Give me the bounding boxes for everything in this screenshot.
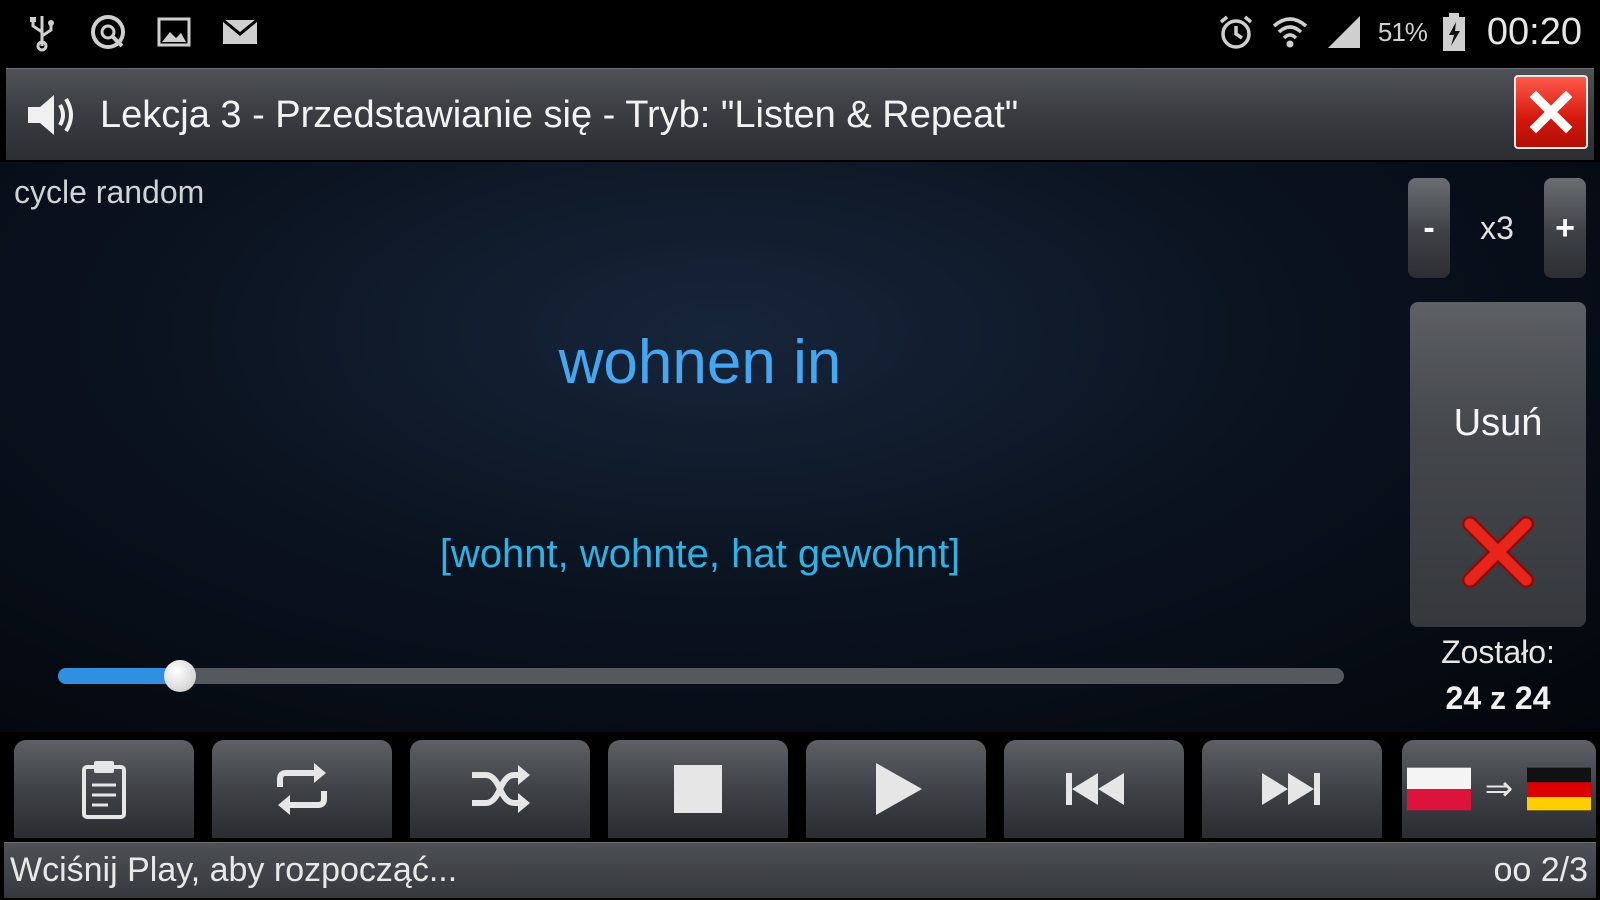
clock: 00:20: [1486, 10, 1582, 53]
slider-thumb[interactable]: [164, 660, 197, 692]
slider-fill: [58, 668, 181, 684]
german-flag: [1527, 767, 1592, 811]
delete-x-icon: [1462, 516, 1534, 588]
playback-mode-label: cycle random: [14, 174, 205, 210]
play-icon: [876, 763, 922, 815]
bottom-status-bar: Wciśnij Play, aby rozpocząć... oo 2/3: [4, 842, 1596, 898]
polish-flag: [1406, 767, 1471, 811]
delete-word-button[interactable]: Usuń: [1410, 302, 1586, 627]
previous-icon: [1066, 773, 1124, 805]
language-arrow: ⇒: [1484, 770, 1514, 808]
usb-icon: [22, 12, 62, 52]
clipboard-icon: [82, 761, 126, 819]
wifi-icon: [1270, 12, 1310, 52]
speaker-icon[interactable]: [22, 89, 82, 141]
play-button[interactable]: [806, 740, 986, 838]
flashcard-area: cycle random wohnen in [wohnt, wohnte, h…: [0, 162, 1600, 732]
shuffle-button[interactable]: [410, 740, 590, 838]
flashcard-verb-forms: [wohnt, wohnte, hat gewohnt]: [439, 532, 961, 576]
stop-button[interactable]: [608, 740, 788, 838]
gallery-icon: [154, 12, 194, 52]
status-system: 51% 00:20: [1216, 8, 1582, 56]
alarm-icon: [1216, 12, 1256, 52]
status-notifications: [22, 10, 260, 54]
repeat-decrease-button[interactable]: -: [1408, 178, 1450, 278]
next-button[interactable]: [1202, 740, 1382, 838]
delete-label: Usuń: [1453, 402, 1543, 444]
next-icon: [1262, 773, 1320, 805]
previous-button[interactable]: [1004, 740, 1184, 838]
mail-icon: [220, 12, 260, 52]
remaining-label: Zostało:: [1441, 634, 1555, 670]
close-icon: [1529, 90, 1573, 134]
close-button[interactable]: [1514, 75, 1588, 149]
status-bar: 51% 00:20: [0, 0, 1600, 64]
remaining-value: 24 z 24: [1445, 680, 1551, 716]
title-bar: Lekcja 3 - Przedstawianie się - Tryb: "L…: [6, 68, 1594, 160]
battery-percent: 51%: [1377, 16, 1428, 47]
repeat-progress-counter: oo 2/3: [1493, 851, 1588, 889]
slider-track: [58, 668, 1344, 684]
signal-icon: [1324, 12, 1364, 52]
data-sync-icon: [88, 12, 128, 52]
stop-icon: [674, 765, 722, 813]
flashcard-word: wohnen in: [558, 328, 842, 397]
progress-slider[interactable]: [58, 660, 1344, 692]
repeat-counter: - x3 +: [1408, 178, 1586, 278]
language-direction-button[interactable]: ⇒: [1402, 740, 1596, 838]
word-list-button[interactable]: [14, 740, 194, 838]
hint-message: Wciśnij Play, aby rozpocząć...: [10, 851, 458, 889]
playback-toolbar: ⇒: [0, 732, 1600, 840]
repeat-increase-button[interactable]: +: [1544, 178, 1586, 278]
repeat-button[interactable]: [212, 740, 392, 838]
shuffle-icon: [472, 765, 530, 813]
battery-icon: [1441, 12, 1467, 52]
lesson-title: Lekcja 3 - Przedstawianie się - Tryb: "L…: [100, 94, 1019, 136]
repeat-icon: [277, 763, 327, 815]
repeat-count-value: x3: [1480, 210, 1514, 246]
